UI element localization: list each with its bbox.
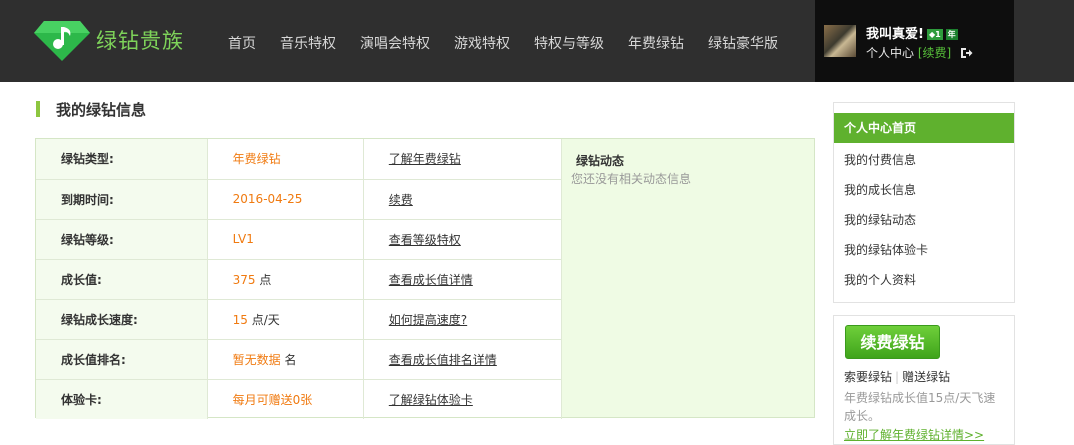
- logout-icon[interactable]: [960, 47, 973, 59]
- nav-home[interactable]: 首页: [228, 33, 256, 53]
- menu-item-profile[interactable]: 我的个人资料: [844, 271, 916, 288]
- table-row: 绿钻等级: LV1 查看等级特权: [36, 219, 563, 260]
- row-link-cell: 查看成长值排名详情: [363, 339, 563, 380]
- view-growth-details-link[interactable]: 查看成长值详情: [389, 273, 473, 287]
- section-title-bar: [36, 101, 40, 117]
- page-title: 我的绿钻信息: [56, 100, 147, 119]
- menu-item-payment-info[interactable]: 我的付费信息: [844, 151, 916, 168]
- row-value: 15 点/天: [207, 299, 364, 340]
- table-row: 到期时间: 2016-04-25 续费: [36, 179, 563, 220]
- avatar[interactable]: [824, 25, 856, 57]
- row-value: 每月可赠送0张: [207, 379, 364, 419]
- nav-concert-privileges[interactable]: 演唱会特权: [360, 33, 430, 53]
- gift-diamond-link[interactable]: 赠送绿钻: [902, 370, 950, 384]
- renew-link[interactable]: [续费]: [918, 46, 951, 60]
- dynamics-panel: 绿钻动态 您还没有相关动态信息: [562, 139, 814, 417]
- user-box: 我叫真爱! ◆1 年 个人中心 [续费]: [815, 0, 1014, 82]
- row-link-cell: 了解年费绿钻: [363, 139, 563, 180]
- annual-details-link[interactable]: 立即了解年费绿钻详情>>: [844, 426, 984, 443]
- view-level-privileges-link[interactable]: 查看等级特权: [389, 233, 461, 247]
- top-header: 绿钻贵族 首页 音乐特权 演唱会特权 游戏特权 特权与等级 年费绿钻 绿钻豪华版…: [0, 0, 1074, 82]
- link-separator: |: [895, 370, 900, 384]
- table-row: 成长值: 375 点 查看成长值详情: [36, 259, 563, 300]
- menu-item-trial-card[interactable]: 我的绿钻体验卡: [844, 241, 928, 258]
- table-row: 绿钻类型: 年费绿钻 了解年费绿钻: [36, 139, 563, 180]
- view-ranking-details-link[interactable]: 查看成长值排名详情: [389, 353, 497, 367]
- personal-center-link[interactable]: 个人中心: [866, 46, 914, 60]
- row-label: 体验卡:: [36, 379, 208, 419]
- promo-description: 年费绿钻成长值15点/天飞速成长。: [844, 391, 996, 423]
- menu-item-center-home[interactable]: 个人中心首页: [834, 113, 1014, 143]
- personal-center-menu: 个人中心首页 我的付费信息 我的成长信息 我的绿钻动态 我的绿钻体验卡 我的个人…: [833, 102, 1015, 303]
- nav-game-privileges[interactable]: 游戏特权: [454, 33, 510, 53]
- nav-annual-green-diamond[interactable]: 年费绿钻: [628, 33, 684, 53]
- logo[interactable]: 绿钻贵族: [34, 19, 184, 61]
- renew-green-diamond-button[interactable]: 续费绿钻: [845, 325, 940, 359]
- table-row: 绿钻成长速度: 15 点/天 如何提高速度?: [36, 299, 563, 340]
- nav-music-privileges[interactable]: 音乐特权: [280, 33, 336, 53]
- request-diamond-link[interactable]: 索要绿钻: [844, 370, 892, 384]
- section-title: 我的绿钻信息: [36, 100, 147, 119]
- promo-links: 索要绿钻 | 赠送绿钻: [844, 368, 950, 385]
- dynamics-title: 绿钻动态: [576, 154, 625, 168]
- menu-item-growth-info[interactable]: 我的成长信息: [844, 181, 916, 198]
- user-name-line: 我叫真爱! ◆1 年: [866, 23, 958, 42]
- green-diamond-icon: [34, 21, 90, 61]
- renew-promo-box: 续费绿钻 索要绿钻 | 赠送绿钻 年费绿钻成长值15点/天飞速成长。 立即了解年费绿…: [833, 315, 1015, 445]
- row-label: 绿钻等级:: [36, 219, 208, 260]
- annual-badge: 年: [945, 29, 958, 40]
- row-link-cell: 查看等级特权: [363, 219, 563, 260]
- learn-annual-link[interactable]: 了解年费绿钻: [389, 152, 461, 166]
- nav-deluxe-green-diamond[interactable]: 绿钻豪华版: [708, 33, 778, 53]
- table-row: 体验卡: 每月可赠送0张 了解绿钻体验卡: [36, 379, 563, 419]
- main-nav: 首页 音乐特权 演唱会特权 游戏特权 特权与等级 年费绿钻 绿钻豪华版: [218, 33, 802, 53]
- row-label: 成长值:: [36, 259, 208, 300]
- table-row: 成长值排名: 暂无数据 名 查看成长值排名详情: [36, 339, 563, 380]
- vip-level-badge: ◆1: [926, 29, 943, 40]
- learn-trial-card-link[interactable]: 了解绿钻体验卡: [389, 393, 473, 407]
- row-label: 绿钻成长速度:: [36, 299, 208, 340]
- row-value: 375 点: [207, 259, 364, 300]
- row-link-cell: 续费: [363, 179, 563, 220]
- row-label: 到期时间:: [36, 179, 208, 220]
- menu-item-dynamics[interactable]: 我的绿钻动态: [844, 211, 916, 228]
- improve-speed-link[interactable]: 如何提高速度?: [389, 313, 467, 327]
- nav-privileges-levels[interactable]: 特权与等级: [534, 33, 604, 53]
- row-link-cell: 查看成长值详情: [363, 259, 563, 300]
- row-value: 2016-04-25: [207, 179, 364, 220]
- row-value: 暂无数据 名: [207, 339, 364, 380]
- row-value: 年费绿钻: [207, 139, 364, 180]
- row-label: 成长值排名:: [36, 339, 208, 380]
- row-link-cell: 如何提高速度?: [363, 299, 563, 340]
- renew-link-table[interactable]: 续费: [389, 193, 413, 207]
- row-link-cell: 了解绿钻体验卡: [363, 379, 563, 419]
- info-table: 绿钻类型: 年费绿钻 了解年费绿钻 到期时间: 2016-04-25 续费 绿钻…: [36, 139, 563, 419]
- dynamics-empty-text: 您还没有相关动态信息: [571, 172, 692, 186]
- green-diamond-info-panel: 绿钻类型: 年费绿钻 了解年费绿钻 到期时间: 2016-04-25 续费 绿钻…: [35, 138, 815, 419]
- row-value: LV1: [207, 219, 364, 260]
- row-label: 绿钻类型:: [36, 139, 208, 180]
- logo-text: 绿钻贵族: [96, 29, 184, 53]
- user-name[interactable]: 我叫真爱!: [866, 27, 924, 42]
- user-links: 个人中心 [续费]: [866, 44, 973, 61]
